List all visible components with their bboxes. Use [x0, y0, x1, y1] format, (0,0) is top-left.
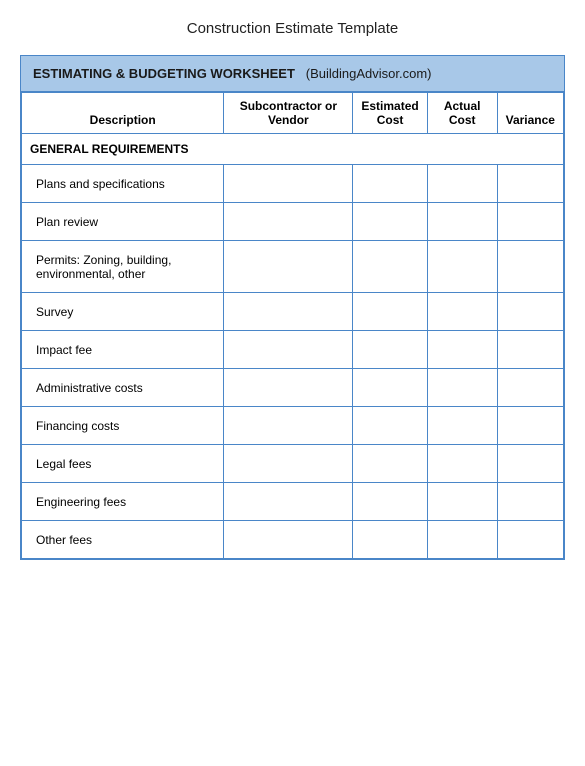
- row-description: Plans and specifications: [22, 165, 224, 203]
- row-cell: [497, 203, 563, 241]
- table-row: Other fees: [22, 521, 564, 559]
- row-cell: [224, 241, 353, 293]
- row-cell: [497, 407, 563, 445]
- row-cell: [427, 241, 497, 293]
- row-cell: [224, 483, 353, 521]
- row-cell: [353, 165, 427, 203]
- row-cell: [224, 165, 353, 203]
- row-cell: [224, 407, 353, 445]
- row-cell: [497, 331, 563, 369]
- row-cell: [497, 521, 563, 559]
- col-header-description: Description: [22, 93, 224, 134]
- row-cell: [224, 331, 353, 369]
- row-cell: [353, 445, 427, 483]
- row-cell: [224, 203, 353, 241]
- table-row: Impact fee: [22, 331, 564, 369]
- row-cell: [497, 165, 563, 203]
- row-cell: [353, 241, 427, 293]
- section-header-row: GENERAL REQUIREMENTS: [22, 134, 564, 165]
- col-header-actual-cost: Actual Cost: [427, 93, 497, 134]
- table-row: Plan review: [22, 203, 564, 241]
- col-header-estimated-cost: Estimated Cost: [353, 93, 427, 134]
- worksheet-site: (BuildingAdvisor.com): [306, 66, 432, 81]
- row-cell: [427, 445, 497, 483]
- col-header-variance: Variance: [497, 93, 563, 134]
- row-cell: [353, 407, 427, 445]
- row-description: Legal fees: [22, 445, 224, 483]
- row-cell: [427, 369, 497, 407]
- row-description: Plan review: [22, 203, 224, 241]
- row-cell: [497, 369, 563, 407]
- row-cell: [497, 293, 563, 331]
- row-cell: [353, 293, 427, 331]
- row-cell: [427, 407, 497, 445]
- row-cell: [353, 369, 427, 407]
- row-cell: [353, 331, 427, 369]
- row-cell: [427, 203, 497, 241]
- row-description: Engineering fees: [22, 483, 224, 521]
- row-cell: [427, 293, 497, 331]
- row-description: Financing costs: [22, 407, 224, 445]
- row-cell: [497, 241, 563, 293]
- estimate-table: Description Subcontractor or Vendor Esti…: [21, 92, 564, 559]
- row-cell: [427, 521, 497, 559]
- row-description: Survey: [22, 293, 224, 331]
- row-description: Administrative costs: [22, 369, 224, 407]
- row-cell: [427, 165, 497, 203]
- row-cell: [427, 483, 497, 521]
- row-cell: [224, 293, 353, 331]
- row-description: Other fees: [22, 521, 224, 559]
- row-cell: [497, 445, 563, 483]
- worksheet-title: ESTIMATING & BUDGETING WORKSHEET: [33, 66, 295, 81]
- row-cell: [224, 521, 353, 559]
- table-row: Survey: [22, 293, 564, 331]
- col-header-subcontractor: Subcontractor or Vendor: [224, 93, 353, 134]
- table-row: Permits: Zoning, building, environmental…: [22, 241, 564, 293]
- table-row: Legal fees: [22, 445, 564, 483]
- row-cell: [353, 521, 427, 559]
- section-header-label: GENERAL REQUIREMENTS: [22, 134, 564, 165]
- table-row: Financing costs: [22, 407, 564, 445]
- row-description: Permits: Zoning, building, environmental…: [22, 241, 224, 293]
- table-row: Administrative costs: [22, 369, 564, 407]
- row-cell: [224, 445, 353, 483]
- row-cell: [497, 483, 563, 521]
- row-cell: [224, 369, 353, 407]
- worksheet-container: ESTIMATING & BUDGETING WORKSHEET (Buildi…: [20, 55, 565, 560]
- row-cell: [427, 331, 497, 369]
- page-title: Construction Estimate Template: [187, 20, 399, 37]
- row-cell: [353, 483, 427, 521]
- table-row: Engineering fees: [22, 483, 564, 521]
- row-description: Impact fee: [22, 331, 224, 369]
- row-cell: [353, 203, 427, 241]
- table-row: Plans and specifications: [22, 165, 564, 203]
- worksheet-header: ESTIMATING & BUDGETING WORKSHEET (Buildi…: [21, 56, 564, 92]
